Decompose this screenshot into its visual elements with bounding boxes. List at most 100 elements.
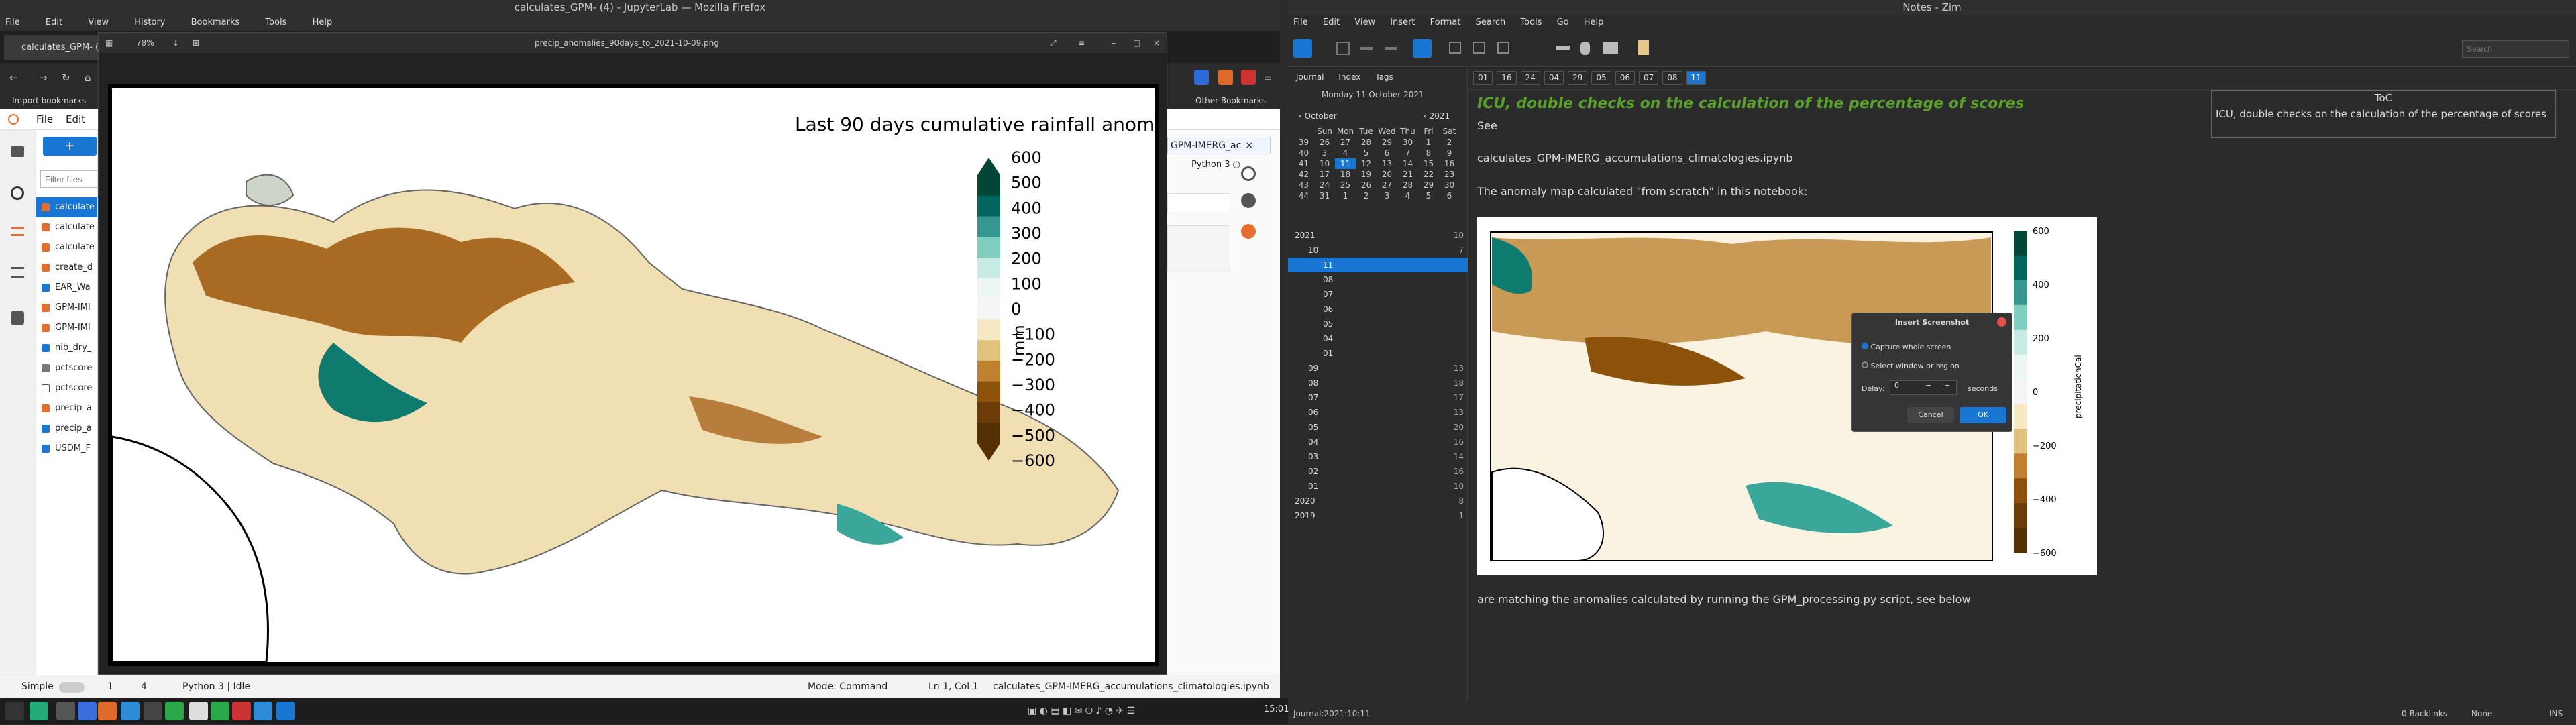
recent-page-button[interactable]: 08 xyxy=(1662,71,1682,85)
app-icon[interactable] xyxy=(211,702,229,720)
side-pane-toggle-icon[interactable] xyxy=(1293,39,1312,58)
zim-menu-go[interactable]: Go xyxy=(1557,17,1569,27)
delay-stepper[interactable]: 0 − + xyxy=(1890,380,1957,395)
search-input[interactable] xyxy=(2462,40,2569,58)
zim-menu-tools[interactable]: Tools xyxy=(1520,17,1542,27)
zim-menu-help[interactable]: Help xyxy=(1584,17,1604,27)
journal-tree-item[interactable]: 01 xyxy=(1288,346,1468,361)
edit-mode-icon[interactable] xyxy=(1413,39,1432,58)
filter-files-input[interactable] xyxy=(40,170,97,188)
journal-tree-item[interactable]: 07 xyxy=(1288,287,1468,302)
app-icon[interactable] xyxy=(165,702,184,720)
app-icon[interactable] xyxy=(232,702,251,720)
fullscreen-icon[interactable]: ⤢ xyxy=(1050,33,1057,53)
journal-tree-item[interactable]: 2021 10 xyxy=(1288,228,1468,243)
screenshot-icon[interactable] xyxy=(1603,42,1618,54)
zim-icon[interactable] xyxy=(276,702,295,720)
backlinks-button[interactable]: 0 Backlinks xyxy=(2402,702,2447,725)
file-item[interactable]: precip_a xyxy=(36,398,97,419)
attach-icon[interactable] xyxy=(1580,42,1590,55)
journal-tree-item[interactable]: 04 16 xyxy=(1288,435,1468,449)
new-launcher-button[interactable]: + xyxy=(43,137,97,156)
app-icon[interactable] xyxy=(78,702,97,720)
download-icon[interactable]: ↓ xyxy=(172,33,179,53)
back-icon[interactable] xyxy=(1360,47,1373,50)
tray-icons[interactable]: ▣ ◐ ▤ ◧ ✉ ⏻ ♪ ◔ ✈ ☰ xyxy=(1028,702,1148,720)
increment-icon[interactable]: + xyxy=(1944,381,1950,390)
app-icon[interactable] xyxy=(144,702,162,720)
file-item[interactable]: EAR_Wa xyxy=(36,278,97,298)
calendar-selected-day[interactable]: 11 xyxy=(1335,158,1356,169)
file-item[interactable]: pctscore xyxy=(36,378,97,398)
zim-menu-search[interactable]: Search xyxy=(1476,17,1506,27)
forward-icon[interactable]: → xyxy=(39,63,48,93)
simple-mode-toggle[interactable] xyxy=(59,682,85,693)
clock[interactable]: 15:01 xyxy=(1264,704,1289,714)
menu-file[interactable]: File xyxy=(5,17,20,27)
notebook-cell[interactable] xyxy=(1167,193,1230,213)
journal-tree-item[interactable]: 10 7 xyxy=(1288,243,1468,258)
back-icon[interactable]: ← xyxy=(9,63,18,93)
menu-history[interactable]: History xyxy=(134,17,165,27)
journal-tree-item[interactable]: 2020 8 xyxy=(1288,494,1468,508)
file-item[interactable]: nib_dry_ xyxy=(36,338,97,358)
jupyter-menu-file[interactable]: File xyxy=(36,109,53,130)
journal-tree-item[interactable]: 06 13 xyxy=(1288,405,1468,420)
journal-tree-item[interactable]: 02 16 xyxy=(1288,464,1468,479)
hamburger-menu-icon[interactable]: ≡ xyxy=(1264,63,1273,93)
menu-view[interactable]: View xyxy=(88,17,109,27)
recent-page-button[interactable]: 24 xyxy=(1520,71,1540,85)
home-icon[interactable]: ⌂ xyxy=(85,63,91,93)
files-icon[interactable] xyxy=(56,702,75,720)
journal-tree-item[interactable]: 2019 1 xyxy=(1288,508,1468,523)
running-icon[interactable] xyxy=(11,186,24,200)
journal-tree-item[interactable]: 08 xyxy=(1288,272,1468,287)
vscode-icon[interactable] xyxy=(121,702,140,720)
file-item[interactable]: create_d xyxy=(36,258,97,278)
journal-tree-item[interactable]: 09 13 xyxy=(1288,361,1468,376)
debugger-icon[interactable] xyxy=(1241,193,1256,208)
file-item[interactable]: pctscore xyxy=(36,358,97,378)
recent-page-button[interactable]: 05 xyxy=(1591,71,1611,85)
month-selector[interactable]: ‹ October xyxy=(1299,111,1337,121)
file-item[interactable]: calculate xyxy=(36,217,97,237)
other-bookmarks-link[interactable]: Other Bookmarks xyxy=(1195,93,1266,109)
jupyter-menu-edit[interactable]: Edit xyxy=(66,109,85,130)
zim-menu-view[interactable]: View xyxy=(1354,17,1375,27)
clipboard-icon[interactable] xyxy=(1638,40,1649,55)
close-icon[interactable]: × xyxy=(1245,140,1253,151)
toc-item[interactable]: ICU, double checks on the calculation of… xyxy=(2212,105,2555,123)
extensions-icon[interactable] xyxy=(11,311,24,325)
recent-page-button[interactable]: 06 xyxy=(1615,71,1635,85)
year-selector[interactable]: ‹ 2021 xyxy=(1424,111,1450,121)
extension-icon[interactable] xyxy=(1241,70,1256,85)
style-selector[interactable]: None xyxy=(2471,702,2492,725)
journal-tree-item[interactable]: 06 xyxy=(1288,302,1468,317)
tab-journal[interactable]: Journal xyxy=(1296,72,1324,82)
folder-icon[interactable] xyxy=(11,146,24,157)
ok-button[interactable]: OK xyxy=(1960,407,2006,423)
recent-page-button[interactable]: 04 xyxy=(1544,71,1564,85)
close-icon[interactable] xyxy=(1997,317,2006,327)
zim-menu-file[interactable]: File xyxy=(1293,17,1308,27)
kernel-status[interactable]: Python 3 | Idle xyxy=(182,675,250,698)
kernel-indicator[interactable]: Python 3 ○ xyxy=(1191,160,1240,170)
file-item[interactable]: USDM_F xyxy=(36,439,97,459)
fit-icon[interactable]: ⊞ xyxy=(193,33,199,53)
recent-page-button[interactable]: 01 xyxy=(1473,71,1493,85)
menu-edit[interactable]: Edit xyxy=(46,17,62,27)
bold-icon[interactable] xyxy=(1449,42,1461,54)
property-inspector-icon[interactable] xyxy=(1241,166,1256,181)
maximize-icon[interactable]: □ xyxy=(1133,33,1140,53)
toc-icon[interactable] xyxy=(11,267,24,278)
app-icon[interactable] xyxy=(189,702,208,720)
italic-icon[interactable] xyxy=(1473,42,1485,54)
recent-page-button[interactable]: 11 xyxy=(1686,71,1706,85)
terminal-icon[interactable] xyxy=(30,702,48,720)
menu-tools[interactable]: Tools xyxy=(265,17,286,27)
journal-tree-item[interactable]: 05 20 xyxy=(1288,420,1468,435)
git-icon[interactable] xyxy=(11,227,24,236)
file-item[interactable]: calculate xyxy=(36,237,97,258)
zim-menu-edit[interactable]: Edit xyxy=(1323,17,1340,27)
menu-bookmarks[interactable]: Bookmarks xyxy=(191,17,240,27)
